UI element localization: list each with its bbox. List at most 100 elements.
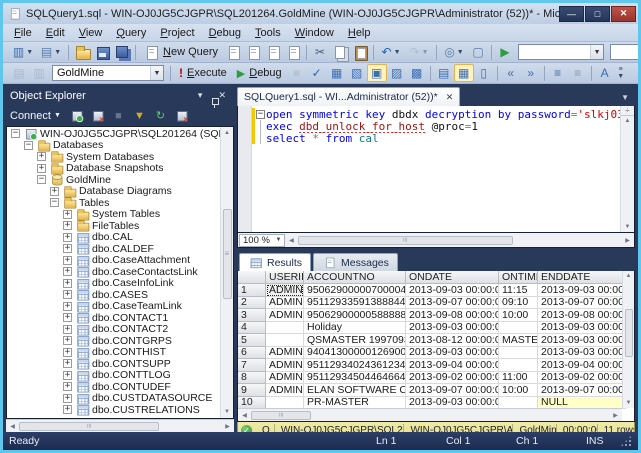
cut-icon[interactable]: ✂ xyxy=(310,43,330,61)
grid-cell[interactable] xyxy=(266,322,304,335)
collapse-icon[interactable]: − xyxy=(24,141,33,150)
grid-cell[interactable]: ADMIN xyxy=(266,297,304,310)
grid-cell[interactable]: 2013-09-03 00:00:00.000 xyxy=(538,284,626,297)
debug-button[interactable]: ▶Debug xyxy=(232,66,287,81)
menu-item-edit[interactable]: Edit xyxy=(39,26,72,40)
menu-item-window[interactable]: Window xyxy=(288,26,341,40)
grid-cell[interactable] xyxy=(499,322,538,335)
editor-line[interactable]: exec dbd_unlock_for_host @proc=1 xyxy=(252,120,620,132)
tree-item[interactable]: +dbo.CaseContactsLink xyxy=(7,266,220,278)
connect-server-icon[interactable] xyxy=(67,107,86,124)
grid-cell[interactable]: 11:00 xyxy=(499,372,538,385)
refresh-icon[interactable]: ↻ xyxy=(151,107,170,124)
tree-item[interactable]: +System Databases xyxy=(7,151,220,163)
delete-icon[interactable] xyxy=(172,107,191,124)
save-icon[interactable] xyxy=(92,43,112,61)
grid-cell[interactable]: 2013-09-03 00:00:00.000 xyxy=(406,347,499,360)
editor-line[interactable]: select * from cal xyxy=(252,132,620,144)
menu-item-help[interactable]: Help xyxy=(341,26,378,40)
grid-cell[interactable]: 2013-09-07 00:00:00.000 xyxy=(406,297,499,310)
grid-cell[interactable]: 2013-09-07 00:00:00.000 xyxy=(406,384,499,397)
stop-icon[interactable]: ■ xyxy=(287,64,307,82)
expand-icon[interactable]: + xyxy=(63,244,72,253)
expand-icon[interactable]: + xyxy=(63,313,72,322)
expand-icon[interactable]: + xyxy=(63,405,72,414)
toolbar-combo-1[interactable]: ▼ xyxy=(518,44,604,60)
column-header-ontime[interactable]: ONTIME xyxy=(499,271,538,284)
row-number-cell[interactable]: 5 xyxy=(238,334,266,347)
grid-cell[interactable]: MASTE xyxy=(499,334,538,347)
fold-margin[interactable]: − xyxy=(255,108,266,120)
paste-icon[interactable] xyxy=(350,43,370,61)
expand-icon[interactable]: + xyxy=(63,359,72,368)
tree-vertical-scrollbar[interactable]: ▲ ▼ xyxy=(220,127,233,418)
grid-cell[interactable]: Holiday xyxy=(304,322,406,335)
grid-cell[interactable]: 2013-09-03 00:00:00.000 xyxy=(538,334,626,347)
tree-item[interactable]: +dbo.CONTSUPP xyxy=(7,358,220,370)
expand-icon[interactable]: + xyxy=(63,210,72,219)
editor-vertical-scrollbar[interactable]: ÷ ▲ ▼ xyxy=(620,106,634,232)
grid-cell[interactable]: ADMIN xyxy=(266,359,304,372)
results-to-file-icon[interactable]: ▯ xyxy=(474,64,494,82)
uncomment-lines-icon[interactable]: ≡ xyxy=(568,64,588,82)
expand-icon[interactable]: + xyxy=(63,394,72,403)
query-toolbar-overflow[interactable]: ≡▼ xyxy=(615,66,627,80)
resize-grip[interactable] xyxy=(620,435,632,447)
tree-item[interactable]: +Database Diagrams xyxy=(7,186,220,198)
tree-item[interactable]: +Database Snapshots xyxy=(7,163,220,175)
grid-cell[interactable] xyxy=(499,347,538,360)
row-number-cell[interactable]: 8 xyxy=(238,372,266,385)
tree-item[interactable]: +dbo.CAL xyxy=(7,232,220,244)
grid-horizontal-scrollbar[interactable]: ◀▶ xyxy=(238,408,622,421)
window-position-icon[interactable]: ▾ xyxy=(194,90,207,101)
row-number-cell[interactable]: 1 xyxy=(238,284,266,297)
grid-cell[interactable]: 95112934504464664Sco xyxy=(304,372,406,385)
grid-cell[interactable]: ELAN SOFTWARE CORP. xyxy=(304,384,406,397)
grid-cell[interactable]: QSMASTER 19970930 xyxy=(304,334,406,347)
tab-list-chevron-icon[interactable]: ▼ xyxy=(621,93,635,106)
open-file-icon[interactable] xyxy=(72,43,92,61)
tab-messages[interactable]: Messages xyxy=(313,253,398,271)
intellisense-enabled-icon[interactable]: ▣ xyxy=(367,64,387,82)
start-debugging-icon[interactable]: ▶ xyxy=(495,43,515,61)
column-header-ondate[interactable]: ONDATE xyxy=(406,271,499,284)
tree-item[interactable]: −Databases xyxy=(7,140,220,152)
menu-item-view[interactable]: View xyxy=(72,26,110,40)
close-tab-icon[interactable]: ✕ xyxy=(446,92,454,103)
redo-icon[interactable]: ↷▼ xyxy=(405,43,433,61)
tree-item[interactable]: +System Tables xyxy=(7,209,220,221)
new-xmla-query-icon[interactable] xyxy=(283,43,303,61)
menu-item-project[interactable]: Project xyxy=(153,26,201,40)
grid-cell[interactable]: 2013-09-07 00:00:00.000 xyxy=(538,297,626,310)
grid-cell[interactable]: ADMIN xyxy=(266,372,304,385)
grid-cell[interactable]: 09:10 xyxy=(499,297,538,310)
column-header-enddate[interactable]: ENDDATE xyxy=(538,271,626,284)
grid-cell[interactable]: 95062900000700004Art xyxy=(304,284,406,297)
tree-item[interactable]: +dbo.CONTACT2 xyxy=(7,324,220,336)
copy-icon[interactable] xyxy=(330,43,350,61)
tree-item[interactable]: +dbo.CaseInfoLink xyxy=(7,278,220,290)
row-number-cell[interactable]: 7 xyxy=(238,359,266,372)
expand-icon[interactable]: + xyxy=(63,290,72,299)
query-editor[interactable]: −open symmetric key dbdx decryption by p… xyxy=(237,106,635,233)
stop-service-icon[interactable]: ■ xyxy=(109,107,128,124)
new-database-engine-query-icon[interactable] xyxy=(223,43,243,61)
collapse-region-icon[interactable]: − xyxy=(256,110,265,119)
tree-item[interactable]: +FileTables xyxy=(7,220,220,232)
expand-icon[interactable]: + xyxy=(63,371,72,380)
expand-icon[interactable]: + xyxy=(37,164,46,173)
make-lowercase-icon[interactable]: A xyxy=(595,64,615,82)
disconnect-server-icon[interactable] xyxy=(88,107,107,124)
undo-icon[interactable]: ↶▼ xyxy=(377,43,405,61)
editor-horizontal-scrollbar[interactable]: ◀▶ xyxy=(285,233,634,247)
grid-cell[interactable]: 2013-08-12 00:00:00.000 xyxy=(406,334,499,347)
tree-item[interactable]: +dbo.CUSTDATASOURCE xyxy=(7,393,220,405)
minimize-button[interactable]: — xyxy=(559,6,584,22)
new-query-button[interactable]: New Query xyxy=(139,44,223,61)
grid-cell[interactable]: 10:00 xyxy=(499,384,538,397)
grid-cell[interactable]: 2013-09-04 00:00:00.000 xyxy=(406,359,499,372)
maximize-button[interactable]: □ xyxy=(585,6,610,22)
editor-line[interactable]: −open symmetric key dbdx decryption by p… xyxy=(252,108,620,120)
grid-cell[interactable]: 2013-09-03 00:00:00.000 xyxy=(406,284,499,297)
grid-cell[interactable]: 95112934024361234Ian xyxy=(304,359,406,372)
